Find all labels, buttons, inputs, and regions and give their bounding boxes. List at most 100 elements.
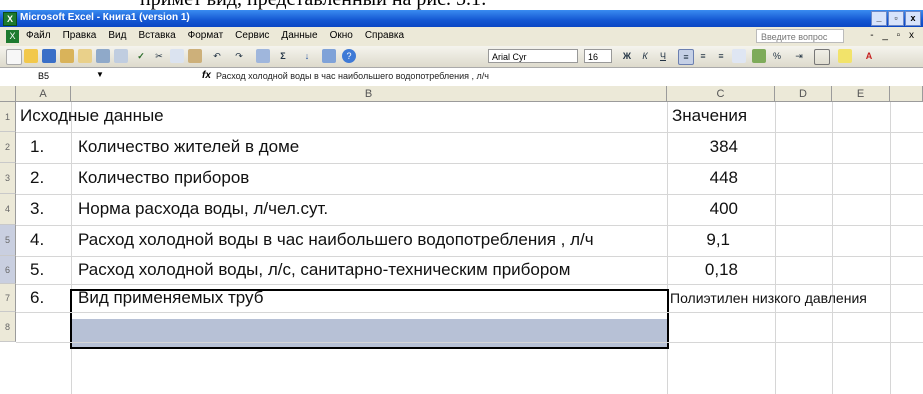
grid-line — [16, 132, 923, 133]
cell-c4[interactable]: 400 — [668, 199, 738, 219]
name-box[interactable]: B5 — [18, 69, 90, 83]
row-header[interactable]: 7 — [0, 284, 16, 312]
menu-edit[interactable]: Правка — [63, 30, 97, 41]
workbook-icon[interactable]: X — [6, 30, 19, 43]
row-header[interactable]: 1 — [0, 102, 16, 132]
italic-icon[interactable]: К — [638, 49, 652, 63]
borders-icon[interactable] — [814, 49, 830, 65]
new-icon[interactable] — [6, 49, 22, 65]
row-header[interactable]: 8 — [0, 312, 16, 342]
hyperlink-icon[interactable] — [256, 49, 270, 63]
percent-icon[interactable]: % — [770, 49, 784, 63]
row-header[interactable]: 3 — [0, 163, 16, 194]
column-header-d[interactable]: D — [775, 86, 832, 102]
formula-input[interactable]: Расход холодной воды в час наибольшего в… — [216, 71, 489, 81]
menu-tools[interactable]: Сервис — [235, 30, 269, 41]
title-bar: X Microsoft Excel - Книга1 (version 1) _… — [0, 10, 923, 27]
paste-icon[interactable] — [188, 49, 202, 63]
cell-b3[interactable]: Количество приборов — [78, 168, 249, 188]
cell-a1[interactable]: Исходные данные — [20, 106, 164, 126]
email-icon[interactable] — [78, 49, 92, 63]
align-right-icon[interactable]: ≡ — [714, 49, 728, 63]
font-size-select[interactable]: 16 — [584, 49, 612, 63]
ask-question-input[interactable]: Введите вопрос — [756, 29, 844, 43]
print-icon[interactable] — [96, 49, 110, 63]
undo-icon[interactable]: ↶ — [210, 49, 224, 63]
cut-icon[interactable]: ✂ — [152, 49, 166, 63]
permission-icon[interactable] — [60, 49, 74, 63]
help-icon[interactable]: ? — [342, 49, 356, 63]
cell-b4[interactable]: Норма расхода воды, л/чел.сут. — [78, 199, 328, 219]
indent-icon[interactable]: ⇥ — [792, 49, 806, 63]
column-header-b[interactable]: B — [71, 86, 667, 102]
cell-c1[interactable]: Значения — [672, 106, 747, 126]
grid-line — [16, 225, 923, 226]
font-name-select[interactable]: Arial Cyr — [488, 49, 578, 63]
cell-a5[interactable]: 4. — [30, 230, 44, 250]
cell-a6[interactable]: 5. — [30, 260, 44, 280]
fx-icon[interactable]: fx — [202, 70, 211, 81]
cell-a2[interactable]: 1. — [30, 137, 44, 157]
menu-insert[interactable]: Вставка — [138, 30, 175, 41]
spelling-icon[interactable]: ✓ — [134, 49, 148, 63]
menu-data[interactable]: Данные — [281, 30, 317, 41]
menu-format[interactable]: Формат — [188, 30, 224, 41]
chart-icon[interactable] — [322, 49, 336, 63]
menu-bar: X Файл Правка Вид Вставка Формат Сервис … — [0, 27, 923, 46]
select-all-corner[interactable] — [0, 86, 16, 102]
open-icon[interactable] — [24, 49, 38, 63]
grid-line — [71, 102, 72, 394]
cell-c3[interactable]: 448 — [668, 168, 738, 188]
cell-b6[interactable]: Расход холодной воды, л/с, санитарно-тех… — [78, 260, 570, 280]
column-header-a[interactable]: A — [16, 86, 71, 102]
currency-icon[interactable] — [752, 49, 766, 63]
bold-icon[interactable]: Ж — [620, 49, 634, 63]
workbook-window-controls[interactable]: - _ ▫ x — [870, 30, 917, 41]
cell-c7[interactable]: Полиэтилен низкого давления — [670, 290, 867, 306]
sort-asc-icon[interactable]: ↓ — [300, 49, 314, 63]
cell-a7[interactable]: 6. — [30, 288, 44, 308]
cell-b2[interactable]: Количество жителей в доме — [78, 137, 299, 157]
close-button[interactable]: x — [905, 11, 921, 26]
menu-window[interactable]: Окно — [330, 30, 353, 41]
font-color-icon[interactable]: A — [862, 49, 876, 63]
cell-c6[interactable]: 0,18 — [668, 260, 738, 280]
save-icon[interactable] — [42, 49, 56, 63]
autosum-icon[interactable]: Σ — [276, 49, 290, 63]
grid-line — [775, 102, 776, 394]
minimize-button[interactable]: _ — [871, 11, 887, 26]
column-header-c[interactable]: C — [667, 86, 775, 102]
cell-c5[interactable]: 9,1 — [660, 230, 730, 250]
column-header-e[interactable]: E — [832, 86, 890, 102]
row-header[interactable]: 5 — [0, 225, 16, 256]
copy-icon[interactable] — [170, 49, 184, 63]
menu-file[interactable]: Файл — [26, 30, 51, 41]
cell-b7[interactable]: Вид применяемых труб — [78, 288, 263, 308]
grid-line — [890, 102, 891, 394]
name-box-dropdown-icon[interactable]: ▼ — [96, 70, 104, 79]
redo-icon[interactable]: ↷ — [232, 49, 246, 63]
underline-icon[interactable]: Ч — [656, 49, 670, 63]
cell-a4[interactable]: 3. — [30, 199, 44, 219]
fill-color-icon[interactable] — [838, 49, 852, 63]
spreadsheet-grid: A B C D E 1 Исходные данные Значения 2 1… — [0, 86, 923, 394]
merge-icon[interactable] — [732, 49, 746, 63]
grid-line — [16, 284, 923, 285]
row-header[interactable]: 6 — [0, 256, 16, 284]
menu-help[interactable]: Справка — [365, 30, 404, 41]
cell-a3[interactable]: 2. — [30, 168, 44, 188]
document-caption-line: примет вид, представленный на рис. 5.1: — [140, 0, 487, 10]
align-center-icon[interactable]: ≡ — [696, 49, 710, 63]
row-header[interactable]: 2 — [0, 132, 16, 163]
align-left-icon[interactable]: ≡ — [678, 49, 694, 65]
menu-view[interactable]: Вид — [108, 30, 126, 41]
toolbar: ✓ ✂ ↶ ↷ Σ ↓ ? Arial Cyr 16 Ж К Ч ≡ ≡ ≡ %… — [0, 46, 923, 67]
maximize-button[interactable]: ▫ — [888, 11, 904, 26]
excel-app-icon: X — [3, 12, 17, 26]
row-header[interactable]: 4 — [0, 194, 16, 225]
window-title: Microsoft Excel - Книга1 (version 1) — [20, 12, 190, 23]
window-controls: _ ▫ x — [871, 11, 921, 26]
cell-c2[interactable]: 384 — [668, 137, 738, 157]
cell-b5[interactable]: Расход холодной воды в час наибольшего в… — [78, 230, 594, 250]
preview-icon[interactable] — [114, 49, 128, 63]
